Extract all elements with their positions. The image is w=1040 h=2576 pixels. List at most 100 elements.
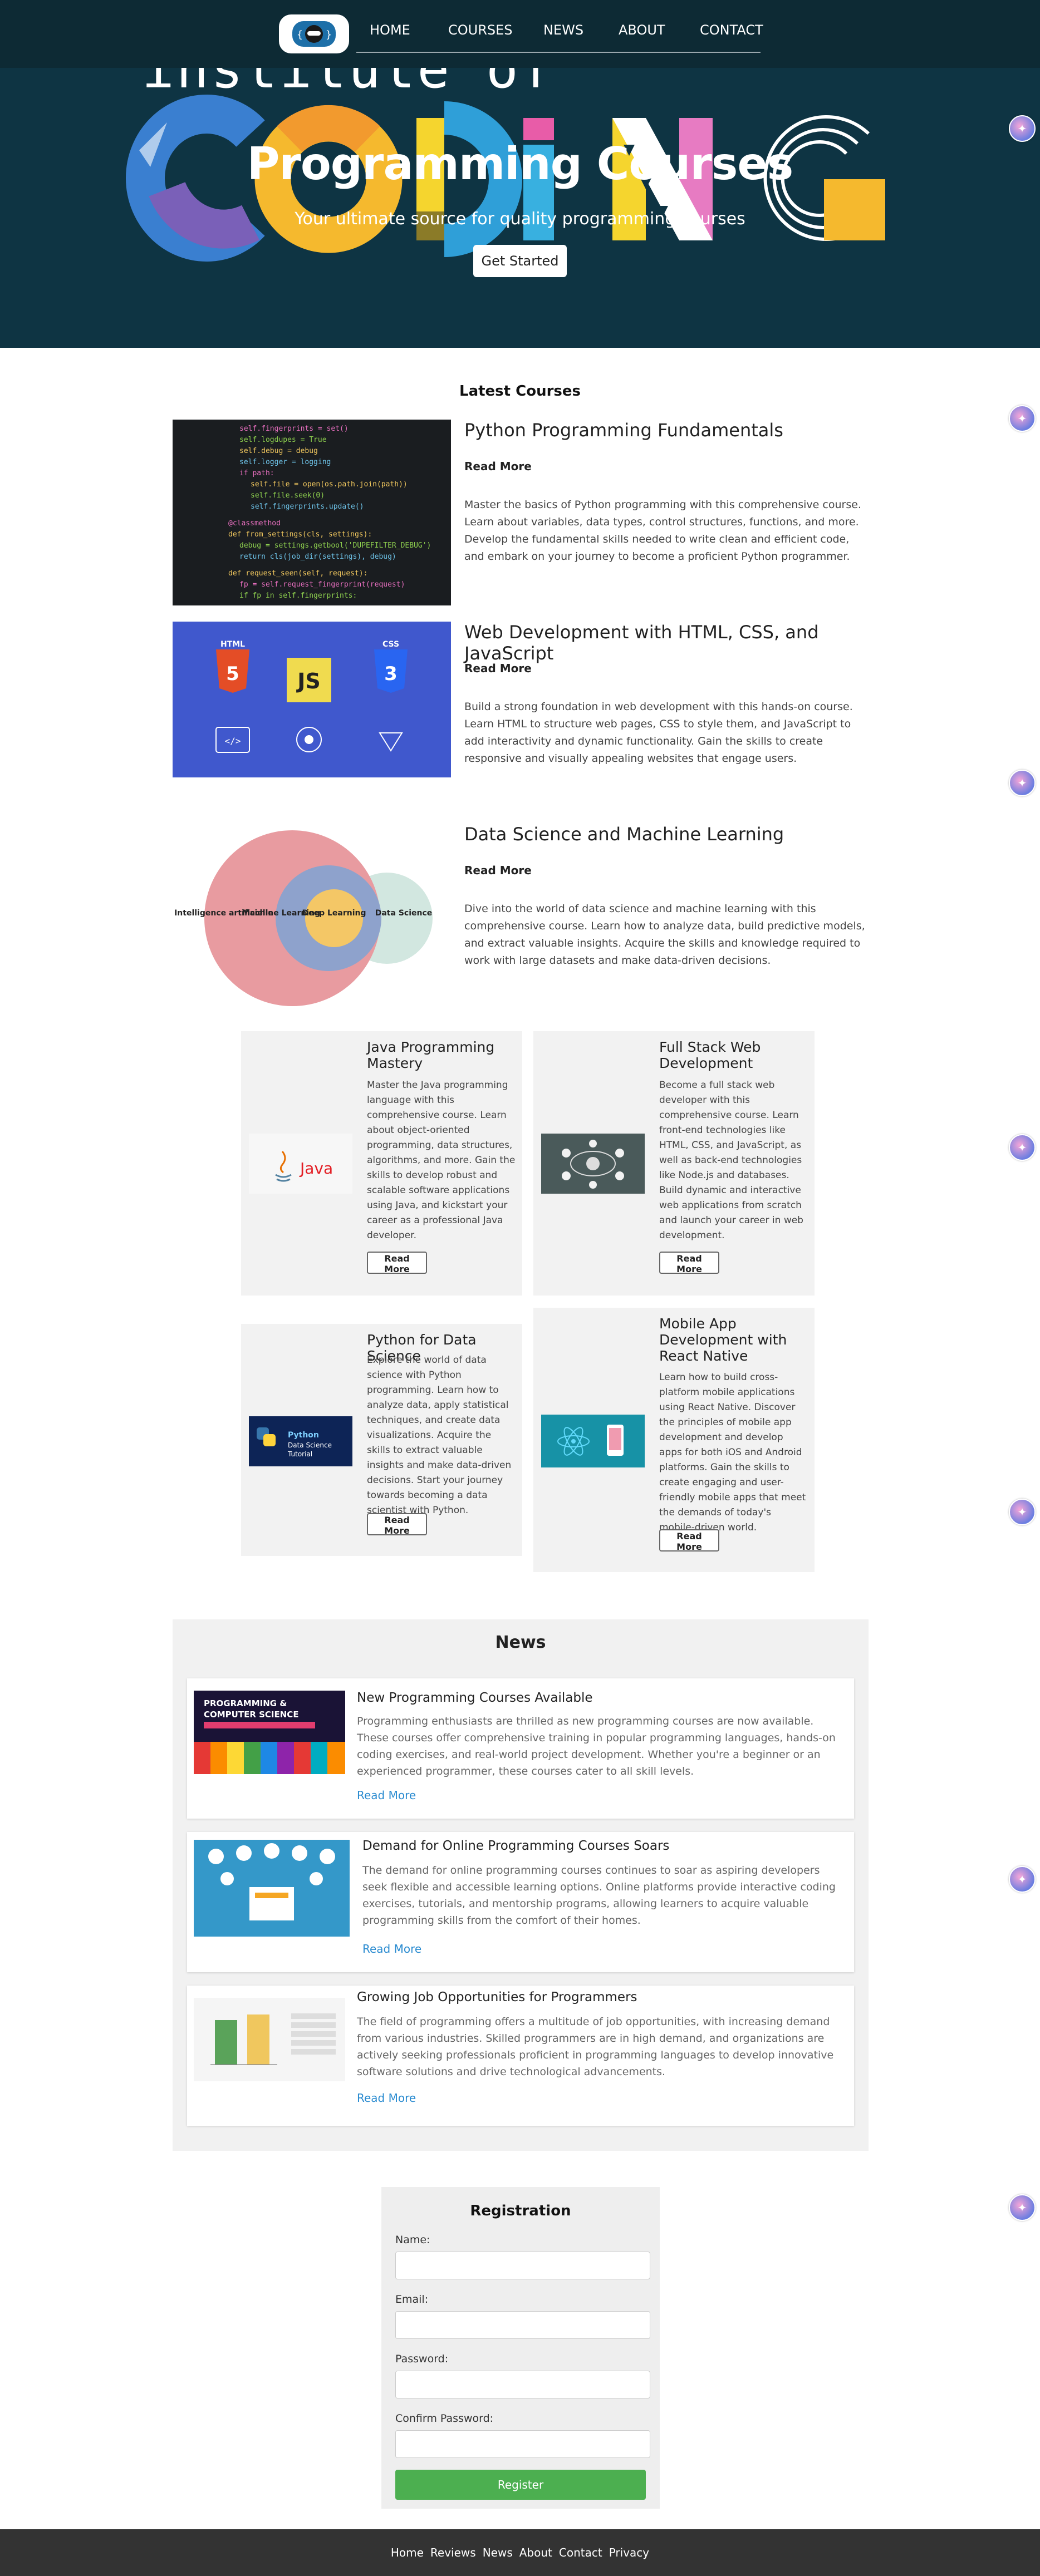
site-logo[interactable]: { } <box>279 14 349 53</box>
news-section: News PROGRAMMING & COMPUTER SCIENCE New … <box>173 1619 869 2151</box>
email-field[interactable] <box>395 2311 650 2339</box>
card-title: Mobile App Development with React Native <box>659 1316 787 1364</box>
svg-text:fp = self.request_fingerprint(: fp = self.request_fingerprint(request) <box>239 580 405 589</box>
java-logo-image: Java <box>249 1134 352 1194</box>
footer-link-home[interactable]: Home <box>391 2546 424 2559</box>
hero-title: Programming Courses <box>247 138 794 190</box>
python-code-image: self.fingerprints = set() self.logdupes … <box>173 420 451 605</box>
name-field[interactable] <box>395 2252 650 2279</box>
news-description: Programming enthusiasts are thrilled as … <box>357 1715 836 1777</box>
card-title: Full Stack Web Development <box>659 1039 761 1071</box>
course-item: 5 HTML JS 3 CSS </> Web Development with… <box>173 622 869 811</box>
svg-text:PROGRAMMING &: PROGRAMMING & <box>204 1698 287 1708</box>
card-description: Become a full stack web developer with t… <box>659 1080 803 1241</box>
news-title: New Programming Courses Available <box>357 1691 593 1705</box>
course-card: Mobile App Development with React Native… <box>533 1308 815 1572</box>
svg-text:if path:: if path: <box>239 469 274 477</box>
card-description: Learn how to build cross-platform mobile… <box>659 1372 806 1533</box>
news-heading: News <box>495 1633 546 1652</box>
course-title: Python Programming Fundamentals <box>464 420 783 441</box>
floating-avatar-icon[interactable]: ✦ <box>1009 405 1036 432</box>
course-card: Python Data Science Tutorial Python for … <box>241 1324 522 1556</box>
email-label: Email: <box>395 2293 429 2306</box>
read-more-button[interactable]: Read More <box>367 1513 427 1536</box>
register-button[interactable]: Register <box>395 2470 646 2500</box>
floating-avatar-icon[interactable]: ✦ <box>1009 2194 1036 2221</box>
course-item: self.fingerprints = set() self.logdupes … <box>173 420 869 609</box>
read-more-button[interactable]: Read More <box>659 1252 719 1274</box>
floating-avatar-icon[interactable]: ✦ <box>1009 1866 1036 1893</box>
footer-link-reviews[interactable]: Reviews <box>430 2546 476 2559</box>
footer-link-privacy[interactable]: Privacy <box>609 2546 649 2559</box>
svg-text:{: { <box>297 29 303 41</box>
nav-link-about[interactable]: ABOUT <box>619 22 665 38</box>
footer: Home Reviews News About Contact Privacy <box>0 2529 1040 2576</box>
password-field[interactable] <box>395 2371 650 2398</box>
latest-courses-heading: Latest Courses <box>459 383 581 400</box>
footer-link-contact[interactable]: Contact <box>559 2546 602 2559</box>
news-read-more-link[interactable]: Read More <box>357 2091 416 2105</box>
web-dev-image: 5 HTML JS 3 CSS </> <box>173 622 451 777</box>
course-card: Java Java Programming Mastery Master the… <box>241 1031 522 1296</box>
full-stack-image <box>541 1134 645 1194</box>
svg-text:Tutorial: Tutorial <box>287 1450 312 1458</box>
news-read-more-link[interactable]: Read More <box>362 1942 421 1956</box>
news-item: Demand for Online Programming Courses So… <box>187 1832 854 1972</box>
floating-avatar-icon[interactable]: ✦ <box>1009 115 1036 142</box>
svg-text:</>: </> <box>225 736 241 746</box>
python-data-science-image: Python Data Science Tutorial <box>249 1416 352 1466</box>
floating-avatar-icon[interactable]: ✦ <box>1009 1499 1036 1525</box>
venn-label-dl: Deep Learning <box>302 909 366 918</box>
svg-text:Python: Python <box>288 1431 319 1440</box>
svg-text:def request_seen(self, request: def request_seen(self, request): <box>228 569 367 578</box>
footer-links: Home Reviews News About Contact Privacy <box>0 2529 1040 2576</box>
svg-text:}: } <box>326 29 332 41</box>
hero-section: institute of { } HOME COURSES NEWS ABOUT… <box>0 0 1040 348</box>
ninja-logo-icon: { } <box>292 21 336 47</box>
nav-link-news[interactable]: NEWS <box>543 22 583 38</box>
java-logo-text: Java <box>299 1159 333 1178</box>
nav-link-contact[interactable]: CONTACT <box>700 22 763 38</box>
get-started-button[interactable]: Get Started <box>473 245 567 277</box>
course-read-more[interactable]: Read More <box>464 460 532 473</box>
svg-text:def from_settings(cls, setting: def from_settings(cls, settings): <box>228 530 372 539</box>
news-title: Demand for Online Programming Courses So… <box>362 1839 670 1853</box>
confirm-password-field[interactable] <box>395 2430 650 2458</box>
card-title: Java Programming Mastery <box>367 1039 495 1071</box>
name-label: Name: <box>395 2234 430 2246</box>
course-card: Full Stack Web Development Become a full… <box>533 1031 815 1296</box>
registration-form: Registration Name: Email: Password: Conf… <box>381 2187 660 2509</box>
course-read-more[interactable]: Read More <box>464 864 532 877</box>
card-description: Explore the world of data science with P… <box>367 1355 512 1516</box>
svg-text:self.debug = debug: self.debug = debug <box>239 447 318 455</box>
read-more-button[interactable]: Read More <box>367 1252 427 1274</box>
news-title: Growing Job Opportunities for Programmer… <box>357 1990 637 2004</box>
news-item: Growing Job Opportunities for Programmer… <box>187 1986 854 2126</box>
svg-text:self.fingerprints = set(): self.fingerprints = set() <box>239 425 349 433</box>
nav-divider <box>356 52 761 53</box>
footer-link-news[interactable]: News <box>483 2546 513 2559</box>
svg-text:self.fingerprints.update(): self.fingerprints.update() <box>251 503 364 511</box>
svg-text:self.logdupes = True: self.logdupes = True <box>239 436 327 444</box>
course-read-more[interactable]: Read More <box>464 662 532 675</box>
nav-link-home[interactable]: HOME <box>370 22 410 38</box>
top-navbar: { } HOME COURSES NEWS ABOUT CONTACT <box>0 0 1040 68</box>
floating-avatar-icon[interactable]: ✦ <box>1009 1134 1036 1161</box>
venn-label-ds: Data Science <box>375 909 433 918</box>
course-description: Master the basics of Python programming … <box>464 499 861 563</box>
registration-title: Registration <box>470 2203 571 2219</box>
password-label: Password: <box>395 2353 449 2365</box>
course-description: Dive into the world of data science and … <box>464 903 865 967</box>
hero-subtitle: Your ultimate source for quality program… <box>295 209 745 229</box>
job-forecast-chart-image <box>194 1998 345 2081</box>
read-more-button[interactable]: Read More <box>659 1529 719 1552</box>
floating-avatar-icon[interactable]: ✦ <box>1009 770 1036 796</box>
react-native-image <box>541 1415 645 1467</box>
news-description: The demand for online programming course… <box>362 1864 836 1927</box>
svg-text:return cls(job_dir(settings),: return cls(job_dir(settings), debug) <box>239 553 396 561</box>
news-read-more-link[interactable]: Read More <box>357 1789 416 1802</box>
nav-link-courses[interactable]: COURSES <box>448 22 513 38</box>
news-item: PROGRAMMING & COMPUTER SCIENCE New Progr… <box>187 1678 854 1819</box>
svg-text:@classmethod: @classmethod <box>228 519 281 528</box>
footer-link-about[interactable]: About <box>519 2546 552 2559</box>
